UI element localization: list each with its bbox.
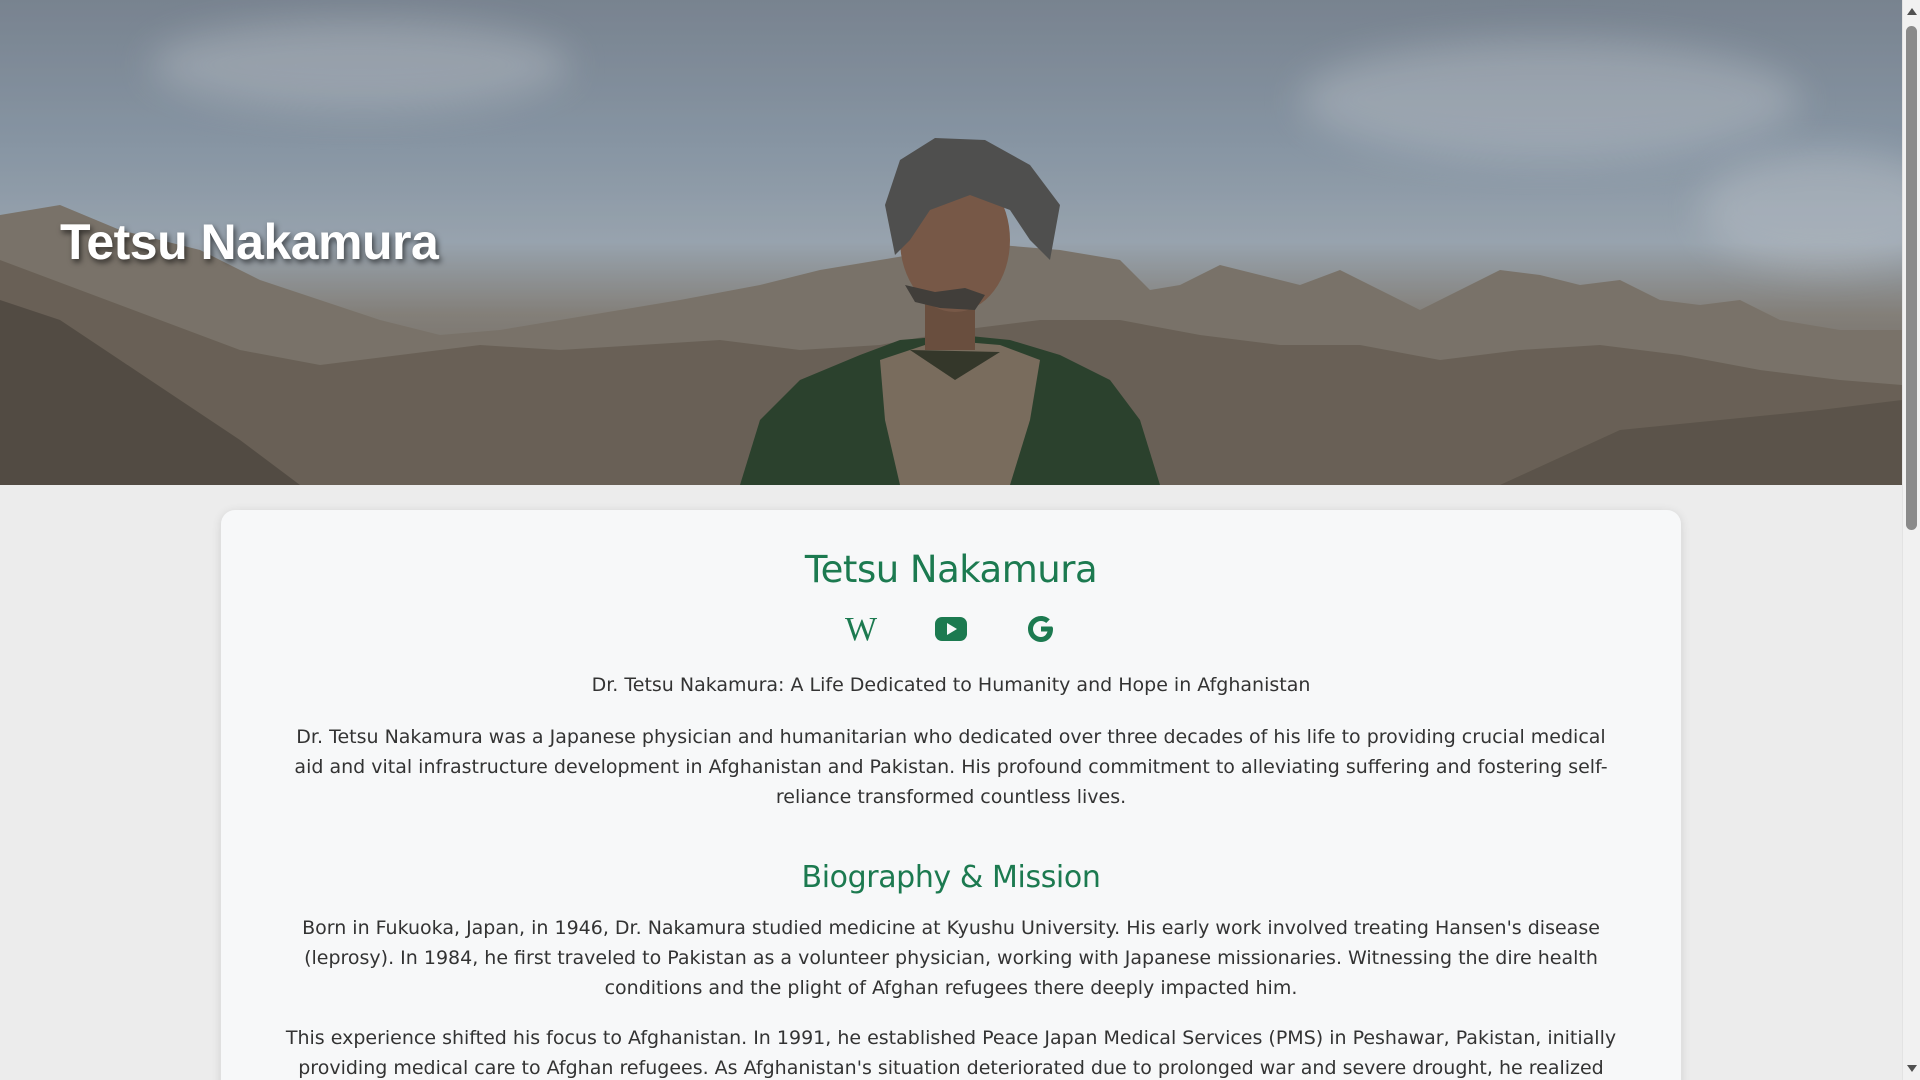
scroll-down-arrow-icon[interactable] (1907, 1065, 1917, 1072)
profile-card: Tetsu Nakamura W Dr. Tetsu Nakamura: A L… (221, 510, 1681, 1080)
biography-paragraph: Born in Fukuoka, Japan, in 1946, Dr. Nak… (302, 917, 1600, 999)
intro-paragraph: Dr. Tetsu Nakamura was a Japanese physic… (294, 726, 1608, 808)
scroll-up-arrow-icon[interactable] (1907, 8, 1917, 15)
google-icon[interactable] (1022, 612, 1060, 646)
scroll-thumb[interactable] (1906, 26, 1917, 530)
page-scrollbar[interactable] (1902, 0, 1920, 1080)
external-links: W (221, 612, 1681, 646)
hero-banner: Tetsu Nakamura (0, 0, 1902, 485)
section-heading-biography: Biography & Mission (801, 860, 1101, 895)
svg-text:W: W (845, 614, 878, 644)
youtube-icon[interactable] (932, 612, 970, 646)
profile-name: Tetsu Nakamura (804, 548, 1098, 591)
biography-paragraph: This experience shifted his focus to Afg… (285, 1027, 1617, 1079)
tagline: Dr. Tetsu Nakamura: A Life Dedicated to … (591, 674, 1311, 696)
wikipedia-icon[interactable]: W (842, 612, 880, 646)
hero-title: Tetsu Nakamura (60, 214, 439, 270)
